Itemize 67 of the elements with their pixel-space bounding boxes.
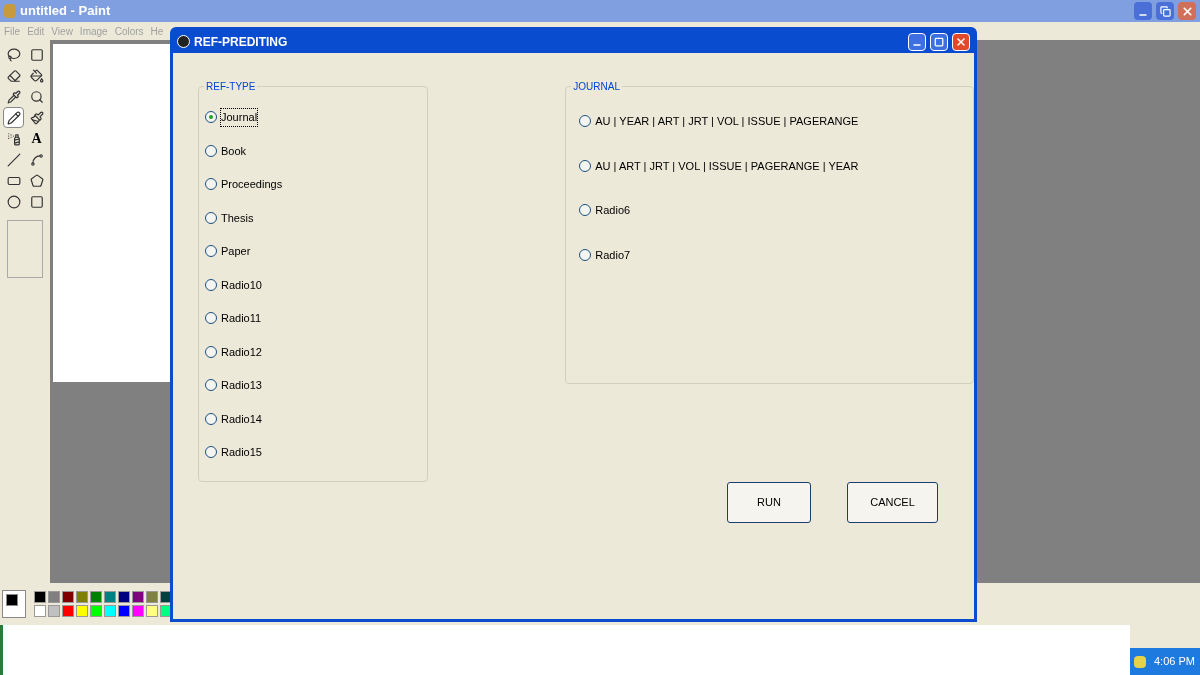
palette-swatch[interactable] [34, 591, 46, 603]
ellipse-icon [6, 194, 21, 209]
lasso-icon [6, 47, 21, 62]
palette-swatch[interactable] [62, 605, 74, 617]
palette-swatch[interactable] [104, 605, 116, 617]
radio-option[interactable]: AU | YEAR | ART | JRT | VOL | ISSUE | PAGERANGE [579, 113, 859, 130]
palette-swatch[interactable] [34, 605, 46, 617]
radio-option[interactable]: Radio13 [205, 377, 262, 394]
pencil-icon [6, 110, 21, 125]
paint-app-icon [4, 4, 16, 18]
palette-swatch[interactable] [118, 591, 130, 603]
palette-swatch[interactable] [104, 591, 116, 603]
clock: 4:06 PM [1154, 654, 1195, 670]
radio-option[interactable]: Journal [205, 109, 258, 126]
tool-options-panel [7, 220, 43, 278]
palette-swatch[interactable] [132, 591, 144, 603]
curve-icon [29, 152, 44, 167]
palette-swatch[interactable] [132, 605, 144, 617]
radio-option[interactable]: Proceedings [205, 176, 283, 193]
radio-option[interactable]: Thesis [205, 209, 254, 226]
dialog-button[interactable]: RUN [727, 482, 811, 523]
minimize-button[interactable] [908, 32, 926, 51]
close-icon [955, 35, 967, 48]
radio-option[interactable]: Radio11 [205, 310, 262, 327]
rounded-rectangle-icon [29, 194, 44, 209]
tool-button[interactable]: A [26, 128, 47, 149]
app-icon [177, 35, 190, 48]
window-title: untitled - Paint [20, 2, 112, 21]
palette-swatch[interactable] [76, 605, 88, 617]
restore-icon [1159, 5, 1171, 17]
magnifier-icon [29, 89, 44, 104]
palette-swatch[interactable] [76, 591, 88, 603]
close-button[interactable] [1178, 2, 1196, 20]
radio-option[interactable]: Radio6 [579, 202, 631, 219]
dialog-title: REF-PREDITING [194, 33, 289, 51]
polygon-icon [29, 173, 44, 188]
palette-swatch[interactable] [118, 605, 130, 617]
eyedropper-icon [6, 89, 21, 104]
line-icon [6, 152, 21, 167]
radio-option[interactable]: Paper [205, 243, 251, 260]
close-button[interactable] [952, 32, 970, 51]
tray-icon[interactable] [1134, 655, 1146, 668]
close-icon [1180, 4, 1194, 18]
radio-option[interactable]: Book [205, 142, 247, 159]
paint-bucket-icon [29, 68, 44, 83]
minimize-button[interactable] [1134, 2, 1152, 20]
restore-button[interactable] [1156, 2, 1174, 20]
radio-option[interactable]: Radio12 [205, 343, 262, 360]
radio-option[interactable]: Radio15 [205, 444, 262, 461]
spray-can-icon [6, 131, 21, 146]
palette-swatch[interactable] [146, 591, 158, 603]
palette-swatch[interactable] [48, 605, 60, 617]
radio-option[interactable]: Radio14 [205, 410, 262, 427]
radio-option[interactable]: Radio10 [205, 276, 262, 293]
eraser-icon [6, 68, 21, 83]
maximize-icon [934, 36, 944, 47]
dialog-button[interactable]: CANCEL [847, 482, 938, 523]
maximize-button[interactable] [930, 32, 948, 51]
palette-swatch[interactable] [90, 591, 102, 603]
tool-button[interactable] [3, 107, 24, 128]
palette-swatch[interactable] [48, 591, 60, 603]
radio-option[interactable]: Radio7 [579, 246, 631, 263]
palette-swatch[interactable] [90, 605, 102, 617]
radio-option[interactable]: AU | ART | JRT | VOL | ISSUE | PAGERANGE | YEAR [579, 157, 859, 174]
palette-swatch[interactable] [62, 591, 74, 603]
brush-icon [29, 110, 44, 125]
palette-swatch[interactable] [146, 605, 158, 617]
